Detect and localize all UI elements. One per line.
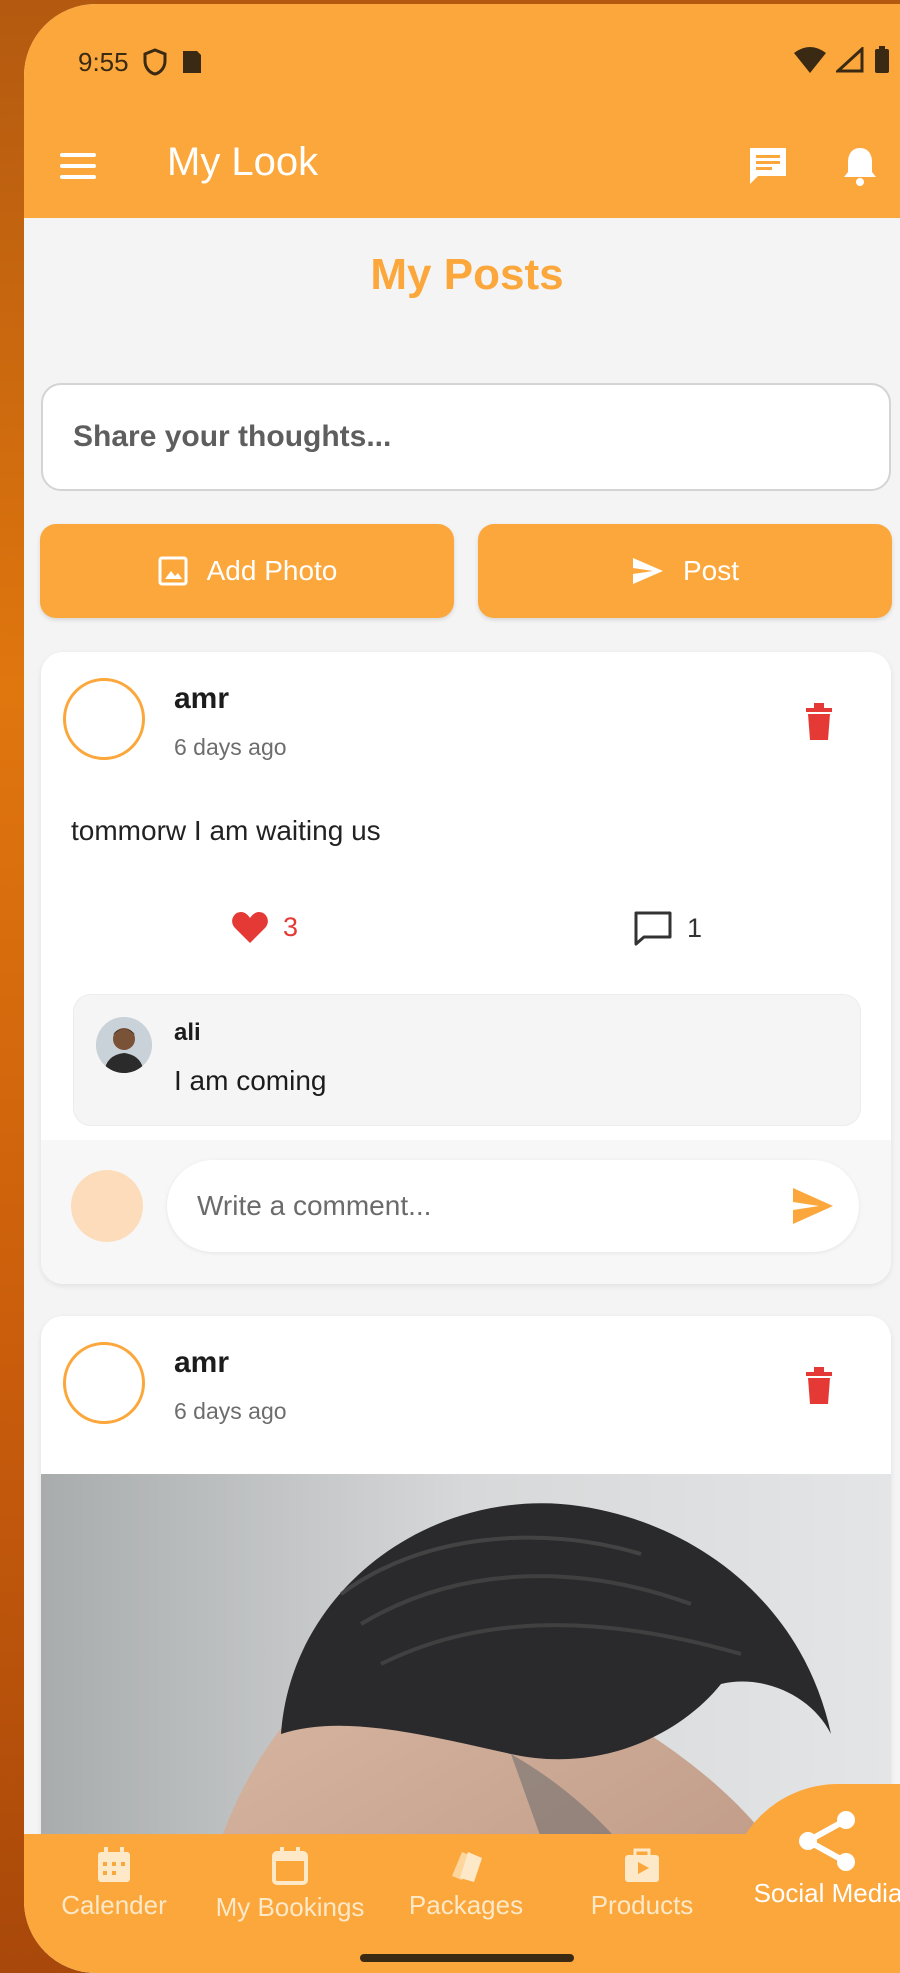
share-icon [799,1811,855,1871]
nav-label-my-bookings: My Bookings [215,1892,365,1922]
calendar-outline-icon [272,1847,308,1885]
comment-placeholder: Write a comment... [197,1190,432,1221]
like-button[interactable]: 3 [231,910,298,944]
send-comment-icon[interactable] [791,1186,835,1226]
shield-icon [143,48,167,76]
shopping-bag-icon [625,1848,659,1882]
post-label: Post [682,555,740,586]
wifi-icon [794,47,826,73]
packages-icon [452,1852,482,1882]
current-user-avatar [71,1170,143,1242]
comment-icon [634,911,672,946]
author-avatar[interactable] [63,678,145,760]
comment-text: I am coming [174,1065,327,1096]
menu-icon[interactable] [60,146,100,186]
status-bar: 9:55 [78,42,203,82]
nav-label-packages: Packages [408,1890,524,1920]
post-author[interactable]: amr [174,682,229,716]
author-avatar[interactable] [63,1342,145,1424]
page-title: My Posts [370,250,564,299]
app-bar: 9:55 My Look [24,4,900,218]
status-indicators [794,46,890,74]
notification-bell-icon[interactable] [838,144,882,188]
commenter-avatar[interactable] [96,1017,152,1073]
post-time: 6 days ago [174,734,287,760]
post-time: 6 days ago [174,1398,287,1424]
home-indicator[interactable] [360,1954,574,1962]
sim-card-icon [182,51,201,73]
like-count: 3 [283,911,299,942]
signal-icon [836,47,864,73]
comment-button[interactable]: 1 [633,910,702,946]
delete-icon[interactable] [804,1366,834,1406]
nav-item-products[interactable]: Products [552,1846,732,1921]
nav-item-social-media[interactable]: Social Media [728,1810,900,1909]
share-thoughts-input[interactable] [41,383,891,491]
status-time: 9:55 [78,46,129,77]
phone-screen: 9:55 My Look My Posts Add Photo [24,4,900,1973]
heart-icon [232,912,268,943]
battery-icon [875,46,889,73]
comment-input[interactable]: Write a comment... [167,1160,859,1252]
nav-item-my-bookings[interactable]: My Bookings [200,1846,380,1923]
calendar-icon [98,1847,130,1882]
nav-label-social-media: Social Media [753,1878,900,1908]
post-author[interactable]: amr [174,1346,229,1380]
comment-count: 1 [687,912,703,943]
send-icon [632,558,663,584]
nav-item-packages[interactable]: Packages [376,1846,556,1921]
delete-icon[interactable] [804,702,834,742]
image-icon [158,556,188,586]
add-photo-label: Add Photo [206,555,338,586]
comment-composer: Write a comment... [41,1140,891,1284]
chat-icon[interactable] [746,144,790,188]
post-text: tommorw I am waiting us [71,815,381,846]
commenter-name: ali [174,1019,201,1046]
add-photo-button[interactable]: Add Photo [40,524,454,618]
comment-item: ali I am coming [73,994,861,1126]
app-title: My Look [167,140,319,184]
nav-item-calender[interactable]: Calender [24,1846,204,1921]
post-button[interactable]: Post [478,524,892,618]
nav-label-products: Products [590,1890,694,1920]
nav-label-calender: Calender [61,1890,167,1920]
post-card: amr 6 days ago tommorw I am waiting us 3… [41,652,891,1284]
